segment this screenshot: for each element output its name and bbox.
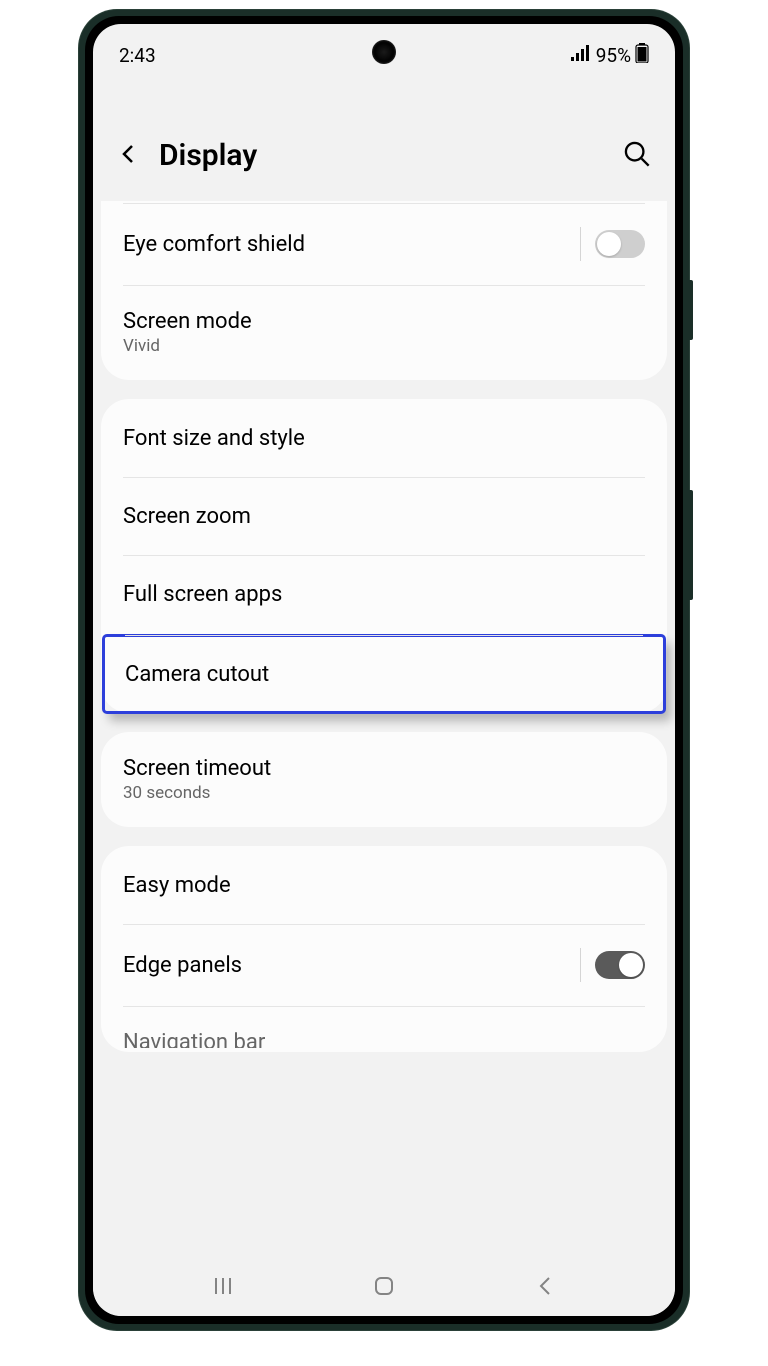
toggle-switch[interactable] (595, 951, 645, 979)
search-icon[interactable] (623, 140, 651, 172)
status-time: 2:43 (119, 44, 156, 67)
setting-label: Full screen apps (123, 582, 282, 607)
setting-label: Screen mode (123, 309, 252, 334)
back-nav-icon[interactable] (533, 1274, 557, 1302)
setting-font-size-and-style[interactable]: Font size and style (101, 399, 667, 477)
setting-value: Vivid (123, 336, 252, 356)
home-icon[interactable] (372, 1274, 396, 1302)
setting-label: Eye comfort shield (123, 232, 305, 257)
phone-side-button (689, 280, 693, 340)
settings-group: Font size and style Screen zoom Full scr… (101, 399, 667, 713)
toggle-container (580, 227, 645, 261)
setting-label: Navigation bar (123, 1030, 265, 1048)
setting-full-screen-apps[interactable]: Full screen apps (101, 555, 667, 633)
recents-icon[interactable] (211, 1274, 235, 1302)
app-header: Display (93, 76, 675, 201)
settings-group: Easy mode Edge panels (101, 846, 667, 1052)
setting-screen-mode[interactable]: Screen mode Vivid (101, 285, 667, 380)
phone-frame: 2:43 95% Display (79, 10, 689, 1330)
status-indicators: 95% (570, 43, 649, 67)
setting-edge-panels[interactable]: Edge panels (101, 924, 667, 1006)
setting-value: 30 seconds (123, 783, 271, 803)
settings-group: Screen timeout 30 seconds (101, 732, 667, 827)
setting-label: Camera cutout (125, 662, 269, 687)
camera-hole (372, 40, 396, 64)
toggle-knob (597, 232, 621, 256)
setting-label: Easy mode (123, 873, 231, 898)
back-icon[interactable] (117, 142, 141, 170)
setting-screen-zoom[interactable]: Screen zoom (101, 477, 667, 555)
settings-content[interactable]: Eye comfort shield Screen mode Vivid (93, 201, 675, 1316)
toggle-switch[interactable] (595, 230, 645, 258)
setting-label: Screen zoom (123, 504, 251, 529)
setting-label: Edge panels (123, 953, 242, 978)
setting-label: Font size and style (123, 426, 305, 451)
system-nav-bar (93, 1260, 675, 1316)
toggle-knob (619, 953, 643, 977)
setting-screen-timeout[interactable]: Screen timeout 30 seconds (101, 732, 667, 827)
toggle-container (580, 948, 645, 982)
phone-bezel: 2:43 95% Display (85, 16, 683, 1324)
battery-percent: 95% (596, 44, 631, 67)
setting-label: Screen timeout (123, 756, 271, 781)
setting-easy-mode[interactable]: Easy mode (101, 846, 667, 924)
page-title: Display (159, 138, 605, 173)
signal-icon (570, 45, 590, 65)
toggle-divider (580, 948, 581, 982)
setting-eye-comfort-shield[interactable]: Eye comfort shield (101, 203, 667, 285)
toggle-divider (580, 227, 581, 261)
settings-group: Eye comfort shield Screen mode Vivid (101, 201, 667, 380)
battery-icon (635, 43, 649, 67)
phone-side-button (689, 490, 693, 600)
setting-navigation-bar[interactable]: Navigation bar (101, 1006, 667, 1052)
setting-camera-cutout[interactable]: Camera cutout (103, 635, 665, 713)
screen: 2:43 95% Display (93, 24, 675, 1316)
